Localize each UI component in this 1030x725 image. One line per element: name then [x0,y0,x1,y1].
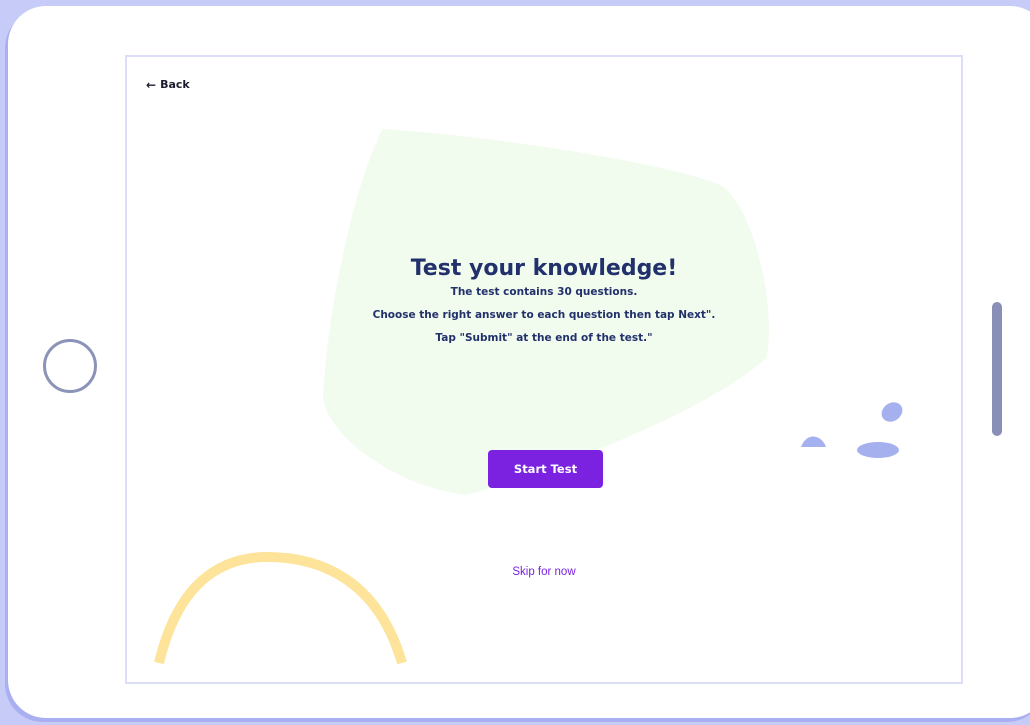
side-button [992,302,1002,436]
arrow-left-icon: ← [146,77,157,92]
blue-pebble-right [857,442,899,458]
blue-pebble-left [801,436,826,447]
home-button[interactable] [43,339,97,393]
skip-link[interactable]: Skip for now [127,566,961,578]
page-title: Test your knowledge! [410,256,678,281]
background-decoration [154,129,903,665]
tablet-frame: ← Back Test your knowledge! The test con… [8,6,1030,718]
instructions-text: Choose the right answer to each question… [372,309,716,321]
app-screen: ← Back Test your knowledge! The test con… [125,55,963,684]
blue-pebble-top [881,402,903,422]
submit-instructions-text: Tap "Submit" at the end of the test." [435,332,653,344]
back-button[interactable]: ← Back [146,78,190,91]
back-label: Back [160,78,190,91]
start-test-button[interactable]: Start Test [488,450,603,488]
question-count-text: The test contains 30 questions. [450,286,638,298]
